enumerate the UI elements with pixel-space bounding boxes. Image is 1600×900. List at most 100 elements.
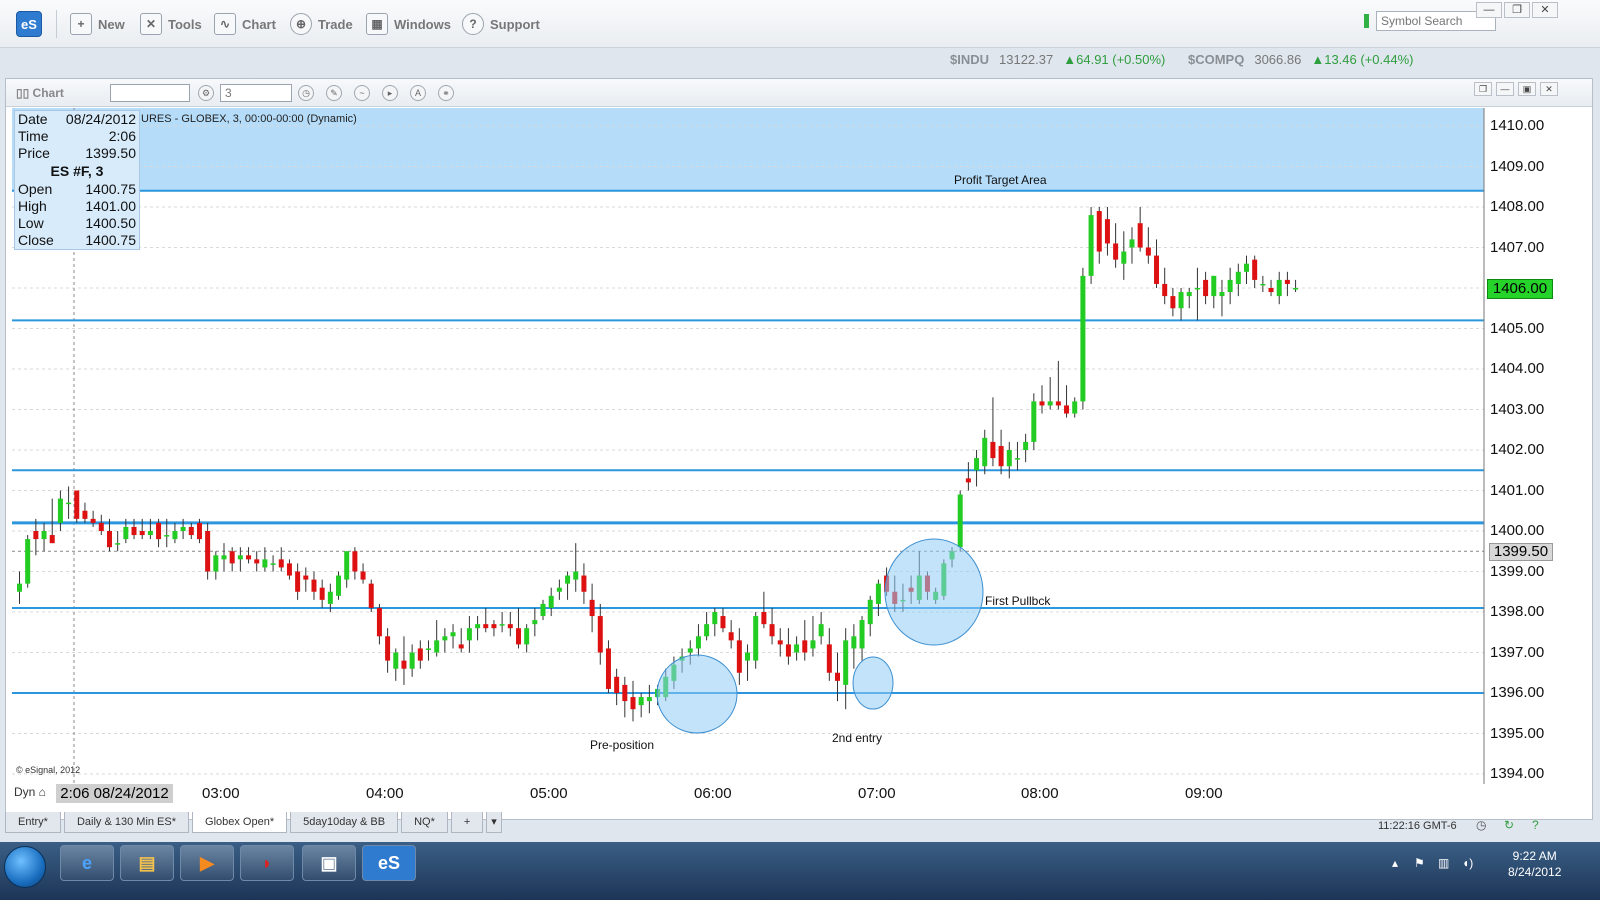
refresh-icon[interactable]: ↻ bbox=[1504, 818, 1514, 832]
show-hidden-icons[interactable]: ▴ bbox=[1392, 856, 1398, 870]
minimize-button[interactable]: — bbox=[1476, 2, 1502, 18]
candle-body bbox=[106, 531, 112, 548]
computer-icon[interactable]: ▣ bbox=[302, 845, 356, 881]
add-tab-button[interactable]: + bbox=[450, 812, 484, 833]
candle-body bbox=[336, 575, 342, 596]
support-button[interactable]: ? Support bbox=[462, 13, 540, 35]
status-clock-icon[interactable]: ◷ bbox=[1476, 818, 1486, 832]
chart-icon: ∿ bbox=[214, 13, 236, 35]
chart-close-button[interactable]: ✕ bbox=[1540, 82, 1558, 96]
time-tick-label: 08:00 bbox=[1021, 785, 1059, 802]
interval-dropdown[interactable]: 3 bbox=[220, 84, 292, 102]
media-player-icon[interactable]: ▶ bbox=[180, 845, 234, 881]
price-tick-label: 1403.00 bbox=[1490, 400, 1545, 418]
internet-explorer-icon[interactable]: e bbox=[60, 845, 114, 881]
candle-body bbox=[139, 531, 145, 536]
symbol-dropdown[interactable] bbox=[110, 84, 190, 102]
close-button[interactable]: ✕ bbox=[1532, 2, 1558, 18]
price-chart[interactable] bbox=[12, 108, 1488, 784]
price-tick-label: 1399.00 bbox=[1490, 562, 1545, 580]
candle-body bbox=[246, 555, 252, 560]
settings-icon[interactable]: ⚙ bbox=[198, 85, 214, 101]
candle-body bbox=[1276, 279, 1282, 297]
candle-body bbox=[458, 644, 464, 649]
candle-body bbox=[605, 648, 611, 689]
start-button[interactable] bbox=[4, 846, 46, 888]
new-button[interactable]: + New bbox=[70, 13, 125, 35]
current-price-marker: 1406.00 bbox=[1487, 279, 1553, 299]
trade-button[interactable]: ⊕ Trade bbox=[290, 13, 353, 35]
annotation-icon[interactable]: A bbox=[410, 85, 426, 101]
candle-body bbox=[270, 563, 276, 565]
candle-body bbox=[548, 595, 554, 608]
candle-body bbox=[368, 583, 374, 608]
windows-button[interactable]: ▦ Windows bbox=[366, 13, 451, 35]
price-tick-label: 1404.00 bbox=[1490, 360, 1545, 377]
price-tick-label: 1407.00 bbox=[1490, 238, 1545, 256]
candle-body bbox=[344, 551, 350, 580]
indu-ticker[interactable]: $INDU 13122.37 ▲64.91 (+0.50%) bbox=[950, 52, 1165, 68]
volume-icon[interactable]: ◖) bbox=[1462, 856, 1473, 870]
candle-body bbox=[1268, 288, 1274, 293]
candle-body bbox=[998, 445, 1004, 467]
chart-minimize-button[interactable]: — bbox=[1496, 82, 1514, 96]
second-entry-label: 2nd entry bbox=[832, 731, 883, 745]
candle-body bbox=[1252, 259, 1258, 280]
pencil-icon[interactable]: ✎ bbox=[326, 85, 342, 101]
chart-header: URES - GLOBEX, 3, 00:00-00:00 (Dynamic) bbox=[141, 113, 357, 125]
chart-tabs: Entry* Daily & 130 Min ES* Globex Open* … bbox=[5, 812, 505, 834]
chart-maximize-button[interactable]: ▣ bbox=[1518, 82, 1536, 96]
play-icon[interactable]: ▸ bbox=[382, 85, 398, 101]
action-center-icon[interactable]: ⚑ bbox=[1414, 856, 1425, 870]
profit-target-label: Profit Target Area bbox=[954, 173, 1047, 187]
time-tick-label: 04:00 bbox=[366, 785, 404, 802]
candle-body bbox=[327, 591, 333, 604]
candle-body bbox=[1227, 279, 1233, 293]
candle-body bbox=[491, 624, 497, 629]
link-icon[interactable]: ⚭ bbox=[438, 85, 454, 101]
candle-body bbox=[1039, 401, 1045, 406]
candle-body bbox=[745, 652, 751, 661]
system-clock[interactable]: 9:22 AM 8/24/2012 bbox=[1508, 848, 1561, 880]
candle-body bbox=[974, 458, 980, 471]
main-toolbar: eS + New ✕ Tools ∿ Chart ⊕ Trade ▦ Windows ? S… bbox=[0, 0, 1600, 48]
chart-restore-button[interactable]: ❐ bbox=[1474, 82, 1492, 96]
candle-body bbox=[720, 616, 726, 629]
candle-body bbox=[614, 676, 620, 693]
candle-body bbox=[417, 648, 423, 661]
network-icon[interactable]: ▥ bbox=[1438, 856, 1449, 870]
tab-globex-open[interactable]: Globex Open* bbox=[192, 812, 288, 833]
compq-ticker[interactable]: $COMPQ 3066.86 ▲13.46 (+0.44%) bbox=[1188, 52, 1413, 68]
candle-body bbox=[1104, 219, 1110, 244]
esignal-taskbar-icon[interactable]: eS bbox=[362, 845, 416, 881]
tab-5day10day[interactable]: 5day10day & BB bbox=[290, 812, 399, 833]
candle-body bbox=[704, 624, 710, 637]
esignal-logo[interactable]: eS bbox=[16, 11, 42, 37]
tab-menu-button[interactable]: ▾ bbox=[486, 812, 502, 833]
candle-body bbox=[311, 579, 317, 592]
candle-body bbox=[1096, 211, 1102, 252]
candle-body bbox=[687, 648, 693, 653]
candle-body bbox=[1194, 288, 1200, 290]
app-icon[interactable]: ◗ bbox=[240, 845, 294, 881]
candle-body bbox=[1154, 255, 1160, 284]
tab-nq[interactable]: NQ* bbox=[401, 812, 448, 833]
pre-position-label: Pre-position bbox=[590, 738, 655, 752]
candle-body bbox=[254, 559, 260, 564]
candle-body bbox=[205, 531, 211, 572]
time-tick-label: 05:00 bbox=[530, 785, 568, 802]
tools-button[interactable]: ✕ Tools bbox=[140, 13, 202, 35]
time-tick-label: 06:00 bbox=[694, 785, 732, 802]
file-explorer-icon[interactable]: ▤ bbox=[120, 845, 174, 881]
restore-button[interactable]: ❐ bbox=[1504, 2, 1530, 18]
chart-window: ▯▯ Chart ⚙ 3 ◷ ✎ ~ ▸ A ⚭ ❐ — ▣ ✕ bbox=[5, 78, 1593, 820]
tab-daily-130[interactable]: Daily & 130 Min ES* bbox=[63, 812, 190, 833]
dynamic-toggle[interactable]: Dyn ⌂ bbox=[14, 785, 46, 799]
help-icon[interactable]: ? bbox=[1532, 818, 1539, 832]
chart-button[interactable]: ∿ Chart bbox=[214, 13, 276, 35]
clock-icon[interactable]: ◷ bbox=[298, 85, 314, 101]
candle-body bbox=[188, 526, 194, 536]
tab-entry[interactable]: Entry* bbox=[5, 812, 61, 833]
curve-icon[interactable]: ~ bbox=[354, 85, 370, 101]
candle-body bbox=[33, 531, 39, 540]
